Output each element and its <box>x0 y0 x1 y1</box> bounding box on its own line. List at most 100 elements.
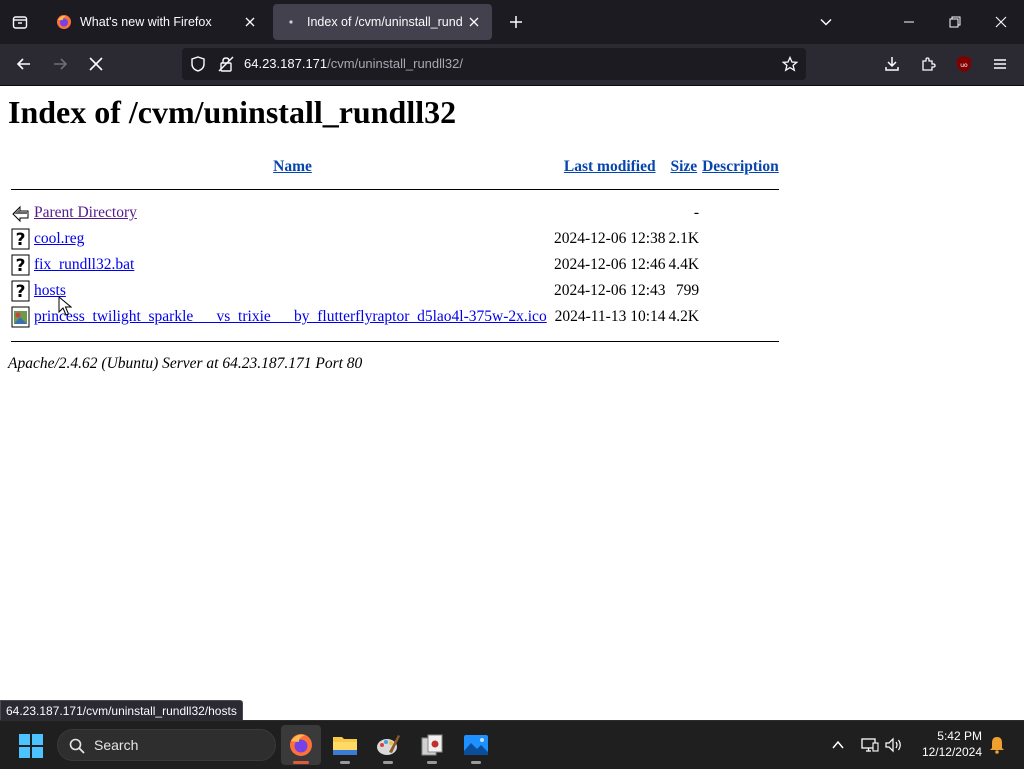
downloads-button[interactable] <box>877 49 907 79</box>
app-menu-button[interactable] <box>985 49 1015 79</box>
size-cell: 4.4K <box>668 256 700 273</box>
chevron-down-icon <box>820 18 832 26</box>
back-button[interactable] <box>9 49 39 79</box>
url-path: /cvm/uninstall_rundll32/ <box>327 56 463 71</box>
size-cell: 799 <box>675 282 700 299</box>
sort-by-description-link[interactable]: Description <box>702 158 779 175</box>
sort-by-size-link[interactable]: Size <box>670 158 697 175</box>
file-explorer-icon <box>333 737 357 755</box>
tab-index-of[interactable]: Index of /cvm/uninstall_rundll32/ <box>273 4 492 40</box>
ublock-origin-button[interactable]: uo <box>949 49 979 79</box>
file-name-cell: Parent Directory <box>34 200 551 226</box>
close-tab-icon[interactable] <box>462 10 486 34</box>
icon-cell <box>11 304 31 330</box>
date-cell: 2024-11-13 10:14 <box>554 308 666 325</box>
running-indicator <box>383 761 393 764</box>
hamburger-menu-icon <box>994 59 1006 69</box>
tab-title: Index of /cvm/uninstall_rundll32/ <box>307 15 462 29</box>
arrow-right-icon <box>54 58 68 70</box>
date-cell: 2024-12-06 12:43 <box>554 282 666 299</box>
list-tabs-button[interactable] <box>812 8 840 36</box>
stop-loading-button[interactable] <box>81 49 111 79</box>
unknown-file-icon: ? <box>11 254 30 276</box>
sort-by-last-modified-link[interactable]: Last modified <box>564 158 656 175</box>
show-hidden-icons-button[interactable] <box>826 733 850 757</box>
name-column-header: Name <box>34 156 551 178</box>
insecure-lock-icon[interactable] <box>216 54 236 74</box>
server-signature: Apache/2.4.62 (Ubuntu) Server at 64.23.1… <box>8 355 363 372</box>
taskbar-photos[interactable] <box>456 725 496 765</box>
svg-text:?: ? <box>16 282 26 302</box>
taskbar-paint[interactable] <box>368 725 408 765</box>
tracking-protection-shield-icon[interactable] <box>188 54 208 74</box>
unknown-file-icon: ? <box>11 280 30 302</box>
taskbar-installer[interactable] <box>412 725 452 765</box>
new-tab-button[interactable] <box>502 8 530 36</box>
network-tray-button[interactable] <box>858 733 882 757</box>
sort-by-name-link[interactable]: Name <box>273 158 312 175</box>
table-row: ? fix_rundll32.bat 2024-12-06 12:46 4.4K <box>11 252 779 278</box>
file-link[interactable]: princess_twilight_sparkle___vs_trixie___… <box>34 308 547 325</box>
table-row: ? cool.reg 2024-12-06 12:38 2.1K <box>11 226 779 252</box>
restore-button[interactable] <box>932 0 978 44</box>
file-link[interactable]: cool.reg <box>34 230 84 247</box>
tab-strip: What's new with Firefox Index of /cvm/un… <box>0 0 1024 44</box>
icon-cell: ? <box>11 278 31 304</box>
back-icon <box>12 205 29 223</box>
list-all-tabs-button[interactable] <box>6 8 34 36</box>
running-indicator <box>471 761 481 764</box>
notifications-button[interactable] <box>985 733 1009 757</box>
directory-listing: Name Last modified Size Description Pare… <box>8 156 782 352</box>
minimize-button[interactable] <box>886 0 932 44</box>
taskbar-search-box[interactable]: Search <box>57 729 276 761</box>
description-cell <box>702 278 779 304</box>
description-cell <box>702 304 779 330</box>
search-placeholder: Search <box>94 737 139 753</box>
bookmark-star-icon[interactable] <box>778 52 802 76</box>
file-name-cell: fix_rundll32.bat <box>34 252 551 278</box>
tab-list-icon <box>12 16 28 29</box>
system-clock[interactable]: 5:42 PM 12/12/2024 <box>910 728 982 760</box>
icon-cell: ? <box>11 226 31 252</box>
parent-directory-link[interactable]: Parent Directory <box>34 204 137 221</box>
ublock-icon: uo <box>957 56 971 72</box>
description-cell <box>702 200 779 226</box>
download-icon <box>885 57 899 71</box>
taskbar-firefox[interactable] <box>281 725 321 765</box>
volume-tray-button[interactable] <box>882 733 906 757</box>
file-name-cell: cool.reg <box>34 226 551 252</box>
close-tab-icon[interactable] <box>238 10 262 34</box>
svg-text:uo: uo <box>960 62 968 69</box>
running-indicator <box>293 761 309 764</box>
running-indicator <box>340 761 350 764</box>
windows-taskbar: Search 5:42 PM 12/12/2024 <box>0 720 1024 769</box>
mouse-cursor-icon <box>58 296 72 316</box>
taskbar-file-explorer[interactable] <box>325 725 365 765</box>
search-icon <box>68 737 86 755</box>
tab-whats-new[interactable]: What's new with Firefox <box>46 4 268 40</box>
address-bar[interactable]: 64.23.187.171/cvm/uninstall_rundll32/ <box>182 48 806 80</box>
separator-row <box>11 330 779 352</box>
minimize-icon <box>904 21 914 23</box>
table-row: ? hosts 2024-12-06 12:43 799 <box>11 278 779 304</box>
forward-button[interactable] <box>45 49 75 79</box>
icon-cell <box>11 200 31 226</box>
size-cell: 2.1K <box>668 230 700 247</box>
close-window-button[interactable] <box>978 0 1024 44</box>
url-text[interactable]: 64.23.187.171/cvm/uninstall_rundll32/ <box>244 56 463 71</box>
clock-time: 5:42 PM <box>937 729 982 743</box>
file-name-cell: hosts <box>34 278 551 304</box>
last-modified-column-header: Last modified <box>554 156 666 178</box>
chevron-up-icon <box>832 740 844 749</box>
svg-text:?: ? <box>16 256 26 276</box>
windows-start-icon[interactable] <box>18 733 44 759</box>
plus-icon <box>510 16 522 28</box>
page-content: Index of /cvm/uninstall_rundll32 Name La… <box>0 86 1024 720</box>
table-row: princess_twilight_sparkle___vs_trixie___… <box>11 304 779 330</box>
page-title: Index of /cvm/uninstall_rundll32 <box>8 94 457 130</box>
loading-dot-icon <box>283 14 299 30</box>
extensions-button[interactable] <box>913 49 943 79</box>
running-indicator <box>427 761 437 764</box>
file-link[interactable]: fix_rundll32.bat <box>34 256 134 273</box>
table-row: Parent Directory - <box>11 200 779 226</box>
